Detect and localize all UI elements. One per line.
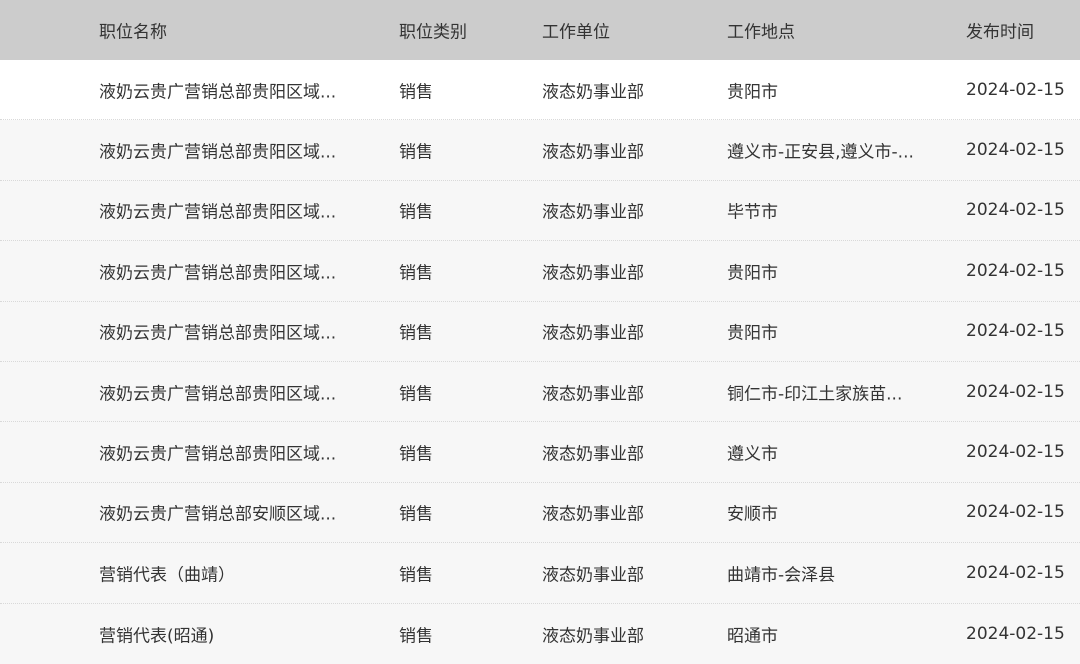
header-work-unit: 工作单位 bbox=[542, 22, 610, 43]
work-location: 曲靖市-会泽县 bbox=[727, 565, 836, 586]
publish-date: 2024-02-15 bbox=[966, 260, 1065, 281]
publish-date: 2024-02-15 bbox=[966, 381, 1065, 402]
table-row[interactable]: 液奶云贵广营销总部安顺区域... 销售 液态奶事业部 安顺市 2024-02-1… bbox=[0, 482, 1080, 544]
publish-date: 2024-02-15 bbox=[966, 200, 1065, 221]
work-unit: 液态奶事业部 bbox=[542, 263, 644, 284]
work-unit: 液态奶事业部 bbox=[542, 504, 644, 525]
table-row[interactable]: 营销代表（曲靖） 销售 液态奶事业部 曲靖市-会泽县 2024-02-15 bbox=[0, 543, 1080, 604]
header-job-title: 职位名称 bbox=[99, 22, 167, 43]
job-title-link[interactable]: 液奶云贵广营销总部安顺区域... bbox=[99, 500, 349, 525]
work-location: 铜仁市-印江土家族苗... bbox=[727, 384, 903, 405]
work-location: 遵义市 bbox=[727, 444, 778, 465]
work-location: 贵阳市 bbox=[727, 82, 778, 103]
header-job-category: 职位类别 bbox=[399, 22, 467, 43]
publish-date: 2024-02-15 bbox=[966, 623, 1065, 644]
table-row[interactable]: 营销代表(昭通) 销售 液态奶事业部 昭通市 2024-02-15 bbox=[0, 603, 1080, 664]
work-unit: 液态奶事业部 bbox=[542, 323, 644, 344]
work-unit: 液态奶事业部 bbox=[542, 384, 644, 405]
publish-date: 2024-02-15 bbox=[966, 502, 1065, 523]
job-category: 销售 bbox=[399, 565, 433, 586]
publish-date: 2024-02-15 bbox=[966, 79, 1065, 100]
header-work-location: 工作地点 bbox=[727, 22, 795, 43]
job-title-link[interactable]: 营销代表(昭通) bbox=[99, 621, 349, 646]
job-category: 销售 bbox=[399, 504, 433, 525]
work-location: 遵义市-正安县,遵义市-... bbox=[727, 142, 914, 163]
job-category: 销售 bbox=[399, 626, 433, 647]
job-listing-table: 职位名称 职位类别 工作单位 工作地点 发布时间 液奶云贵广营销总部贵阳区域..… bbox=[0, 0, 1080, 664]
work-unit: 液态奶事业部 bbox=[542, 142, 644, 163]
job-title-link[interactable]: 营销代表（曲靖） bbox=[99, 560, 349, 585]
work-unit: 液态奶事业部 bbox=[542, 626, 644, 647]
work-unit: 液态奶事业部 bbox=[542, 565, 644, 586]
table-row[interactable]: 液奶云贵广营销总部贵阳区域... 销售 液态奶事业部 遵义市 2024-02-1… bbox=[0, 422, 1080, 483]
table-row[interactable]: 液奶云贵广营销总部贵阳区域... 销售 液态奶事业部 贵阳市 2024-02-1… bbox=[0, 301, 1080, 362]
publish-date: 2024-02-15 bbox=[966, 321, 1065, 342]
job-category: 销售 bbox=[399, 142, 433, 163]
table-row[interactable]: 液奶云贵广营销总部贵阳区域... 销售 液态奶事业部 毕节市 2024-02-1… bbox=[0, 180, 1080, 242]
job-category: 销售 bbox=[399, 202, 433, 223]
job-category: 销售 bbox=[399, 263, 433, 284]
work-location: 贵阳市 bbox=[727, 263, 778, 284]
job-title-link[interactable]: 液奶云贵广营销总部贵阳区域... bbox=[99, 138, 349, 163]
job-category: 销售 bbox=[399, 323, 433, 344]
table-row[interactable]: 液奶云贵广营销总部贵阳区域... 销售 液态奶事业部 贵阳市 2024-02-1… bbox=[0, 60, 1080, 121]
work-unit: 液态奶事业部 bbox=[542, 82, 644, 103]
job-title-link[interactable]: 液奶云贵广营销总部贵阳区域... bbox=[99, 77, 349, 102]
job-title-link[interactable]: 液奶云贵广营销总部贵阳区域... bbox=[99, 198, 349, 223]
job-title-link[interactable]: 液奶云贵广营销总部贵阳区域... bbox=[99, 319, 349, 344]
header-publish-date: 发布时间 bbox=[966, 22, 1034, 43]
publish-date: 2024-02-15 bbox=[966, 442, 1065, 463]
table-row[interactable]: 液奶云贵广营销总部贵阳区域... 销售 液态奶事业部 铜仁市-印江土家族苗...… bbox=[0, 361, 1080, 423]
table-row[interactable]: 液奶云贵广营销总部贵阳区域... 销售 液态奶事业部 贵阳市 2024-02-1… bbox=[0, 241, 1080, 302]
job-title-link[interactable]: 液奶云贵广营销总部贵阳区域... bbox=[99, 258, 349, 283]
work-location: 安顺市 bbox=[727, 504, 778, 525]
work-location: 贵阳市 bbox=[727, 323, 778, 344]
job-title-link[interactable]: 液奶云贵广营销总部贵阳区域... bbox=[99, 440, 349, 465]
job-category: 销售 bbox=[399, 444, 433, 465]
publish-date: 2024-02-15 bbox=[966, 562, 1065, 583]
work-unit: 液态奶事业部 bbox=[542, 202, 644, 223]
table-row[interactable]: 液奶云贵广营销总部贵阳区域... 销售 液态奶事业部 遵义市-正安县,遵义市-.… bbox=[0, 120, 1080, 181]
publish-date: 2024-02-15 bbox=[966, 140, 1065, 161]
job-category: 销售 bbox=[399, 384, 433, 405]
job-category: 销售 bbox=[399, 82, 433, 103]
job-title-link[interactable]: 液奶云贵广营销总部贵阳区域... bbox=[99, 379, 349, 404]
work-location: 毕节市 bbox=[727, 202, 778, 223]
work-location: 昭通市 bbox=[727, 626, 778, 647]
table-header-row: 职位名称 职位类别 工作单位 工作地点 发布时间 bbox=[0, 0, 1080, 60]
work-unit: 液态奶事业部 bbox=[542, 444, 644, 465]
